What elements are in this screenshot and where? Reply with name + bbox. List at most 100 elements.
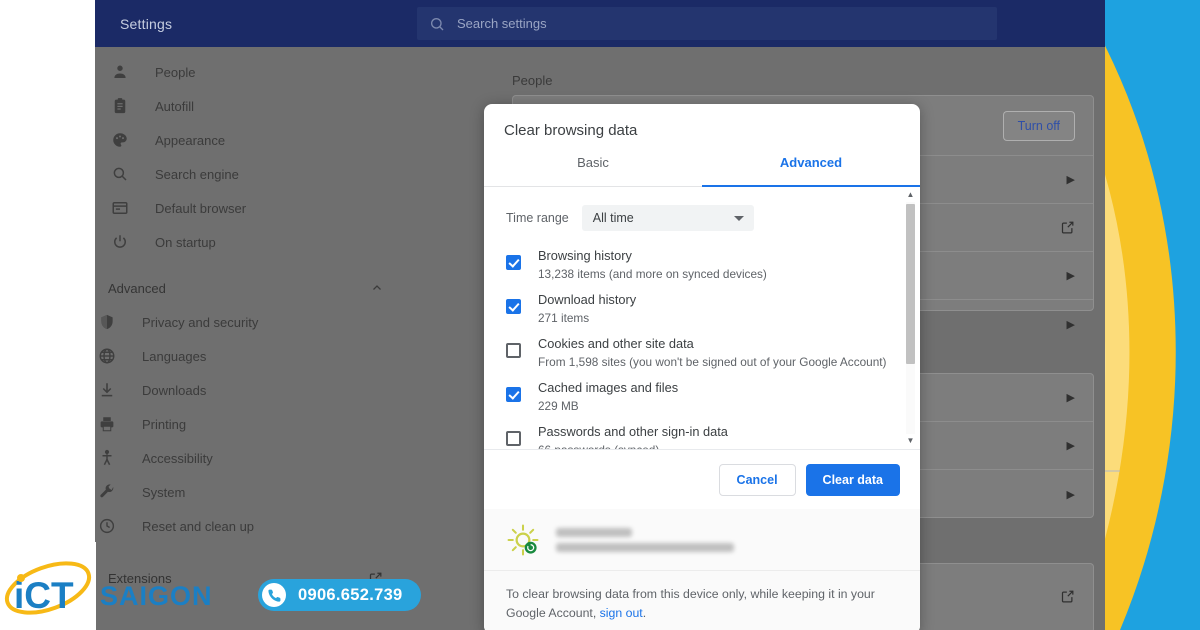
- option-sublabel: From 1,598 sites (you won't be signed ou…: [538, 355, 887, 369]
- dialog-account-blurred-text: [556, 527, 734, 552]
- sidebar-item-search-engine[interactable]: Search engine: [95, 157, 405, 191]
- option-sublabel: 271 items: [538, 311, 590, 325]
- phone-icon-circle: [262, 583, 286, 607]
- sidebar-item-accessibility[interactable]: Accessibility: [95, 441, 405, 475]
- option-sublabel: 229 MB: [538, 399, 579, 413]
- sidebar-item-label: Downloads: [142, 382, 207, 398]
- chevron-right-icon: ▶: [1066, 488, 1075, 501]
- search-icon: [113, 167, 127, 181]
- sidebar-item-label: Languages: [142, 348, 207, 364]
- dialog-tabs: Basic Advanced: [484, 153, 920, 187]
- wrench-icon: [100, 484, 114, 498]
- phone-badge[interactable]: 0906.652.739: [258, 579, 421, 611]
- printer-icon: [100, 417, 114, 432]
- time-range-control: Time range All time: [484, 187, 920, 237]
- checkbox-cookies-and-other-site-data[interactable]: [506, 343, 521, 358]
- sidebar-item-reset-and-clean-up[interactable]: Reset and clean up: [95, 509, 405, 543]
- sidebar-group-label: Advanced: [108, 280, 166, 296]
- phone-number: 0906.652.739: [298, 585, 403, 604]
- checkbox-browsing-history[interactable]: [506, 255, 521, 270]
- sidebar-item-label: Search engine: [155, 166, 239, 182]
- checkbox-cached-images-and-files[interactable]: [506, 387, 521, 402]
- list-item[interactable]: Download history 271 items: [484, 287, 920, 331]
- browser-window-icon: [112, 202, 128, 214]
- settings-content: People Autofill Appearance Search engine: [95, 47, 1105, 630]
- chevron-right-icon: ▶: [1066, 392, 1075, 404]
- option-label: Passwords and other sign-in data: [538, 424, 728, 439]
- sidebar-item-label: System: [142, 484, 186, 500]
- dialog-body: Time range All time Browsing history 13,…: [484, 187, 920, 449]
- sidebar-item-default-browser[interactable]: Default browser: [95, 191, 405, 225]
- sidebar-item-label: Autofill: [155, 98, 195, 114]
- sidebar-item-system[interactable]: System: [95, 475, 405, 509]
- dialog-footnote: To clear browsing data from this device …: [484, 571, 920, 630]
- page-title: Settings: [120, 15, 173, 32]
- cancel-button[interactable]: Cancel: [718, 463, 796, 496]
- dialog-account-row: [484, 509, 920, 571]
- settings-sidebar: People Autofill Appearance Search engine: [95, 47, 405, 630]
- sidebar-item-label: Default browser: [155, 200, 247, 216]
- power-icon: [114, 235, 126, 248]
- sidebar-item-downloads[interactable]: Downloads: [95, 373, 405, 407]
- sidebar-item-privacy-and-security[interactable]: Privacy and security: [95, 305, 405, 339]
- globe-icon: [99, 348, 115, 364]
- footnote-text: To clear browsing data from this device …: [506, 587, 875, 620]
- search-input[interactable]: Search settings: [417, 7, 997, 40]
- dialog-title: Clear browsing data: [504, 122, 638, 139]
- logo-text-saigon: SAIGON: [100, 581, 213, 611]
- option-label: Cookies and other site data: [538, 336, 694, 351]
- download-icon: [101, 383, 113, 397]
- scrollbar-thumb[interactable]: [906, 204, 915, 364]
- section-title-people: People: [512, 73, 553, 88]
- time-range-label: Time range: [506, 211, 569, 225]
- sidebar-item-label: People: [155, 64, 196, 80]
- shield-icon: [101, 314, 113, 330]
- tab-basic[interactable]: Basic: [484, 153, 702, 186]
- list-item[interactable]: Cookies and other site data From 1,598 s…: [484, 331, 920, 375]
- sidebar-item-printing[interactable]: Printing: [95, 407, 405, 441]
- list-item[interactable]: Cached images and files 229 MB: [484, 375, 920, 419]
- sidebar-group-advanced[interactable]: Advanced: [95, 271, 405, 305]
- chevron-up-icon: [373, 285, 381, 290]
- chevron-right-icon: ▶: [1066, 440, 1075, 452]
- sidebar-item-people[interactable]: People: [95, 55, 405, 89]
- option-sublabel: 66 passwords (synced): [538, 442, 728, 449]
- scroll-up-arrow-icon[interactable]: ▲: [907, 191, 915, 199]
- tab-advanced[interactable]: Advanced: [702, 153, 920, 186]
- sidebar-item-label: Accessibility: [142, 450, 213, 466]
- sidebar-item-autofill[interactable]: Autofill: [95, 89, 405, 123]
- clear-browsing-data-dialog: Clear browsing data Basic Advanced Time …: [484, 104, 920, 630]
- settings-top-bar: Settings Search settings: [95, 0, 1105, 47]
- page-root: Settings Search settings People Autofill: [0, 0, 1200, 630]
- chevron-down-icon: [733, 215, 744, 221]
- person-icon: [114, 65, 126, 78]
- dialog-scrollbar[interactable]: ▲ ▼: [904, 191, 917, 445]
- sidebar-item-label: Printing: [142, 416, 187, 432]
- time-range-select[interactable]: All time: [581, 205, 754, 231]
- option-label: Download history: [538, 292, 637, 307]
- clear-data-button[interactable]: Clear data: [805, 463, 900, 496]
- list-item[interactable]: Passwords and other sign-in data 66 pass…: [484, 419, 920, 449]
- checkbox-passwords-and-other-sign-in-data[interactable]: [506, 431, 521, 446]
- sidebar-item-on-startup[interactable]: On startup: [95, 225, 405, 259]
- sidebar-item-label: On startup: [155, 234, 216, 250]
- sidebar-item-appearance[interactable]: Appearance: [95, 123, 405, 157]
- external-link-icon: [1061, 590, 1074, 602]
- turn-off-button[interactable]: Turn off: [1002, 110, 1075, 141]
- checkbox-download-history[interactable]: [506, 299, 521, 314]
- search-placeholder: Search settings: [457, 16, 547, 31]
- sync-badge-icon: [524, 541, 537, 554]
- dialog-actions: Cancel Clear data: [484, 449, 920, 509]
- sidebar-item-label: Reset and clean up: [142, 518, 255, 534]
- sun-avatar-icon: [507, 524, 539, 555]
- clipboard-icon: [114, 98, 126, 114]
- sidebar-item-languages[interactable]: Languages: [95, 339, 405, 373]
- sign-out-link[interactable]: sign out: [600, 606, 643, 620]
- scroll-down-arrow-icon[interactable]: ▼: [907, 437, 915, 445]
- chevron-right-icon: ▶: [1066, 270, 1075, 282]
- list-item[interactable]: Browsing history 13,238 items (and more …: [484, 243, 920, 287]
- history-icon: [99, 518, 115, 534]
- sidebar-item-label: Privacy and security: [142, 314, 259, 330]
- data-type-option-list: Browsing history 13,238 items (and more …: [484, 237, 920, 449]
- footnote-period: .: [642, 606, 647, 620]
